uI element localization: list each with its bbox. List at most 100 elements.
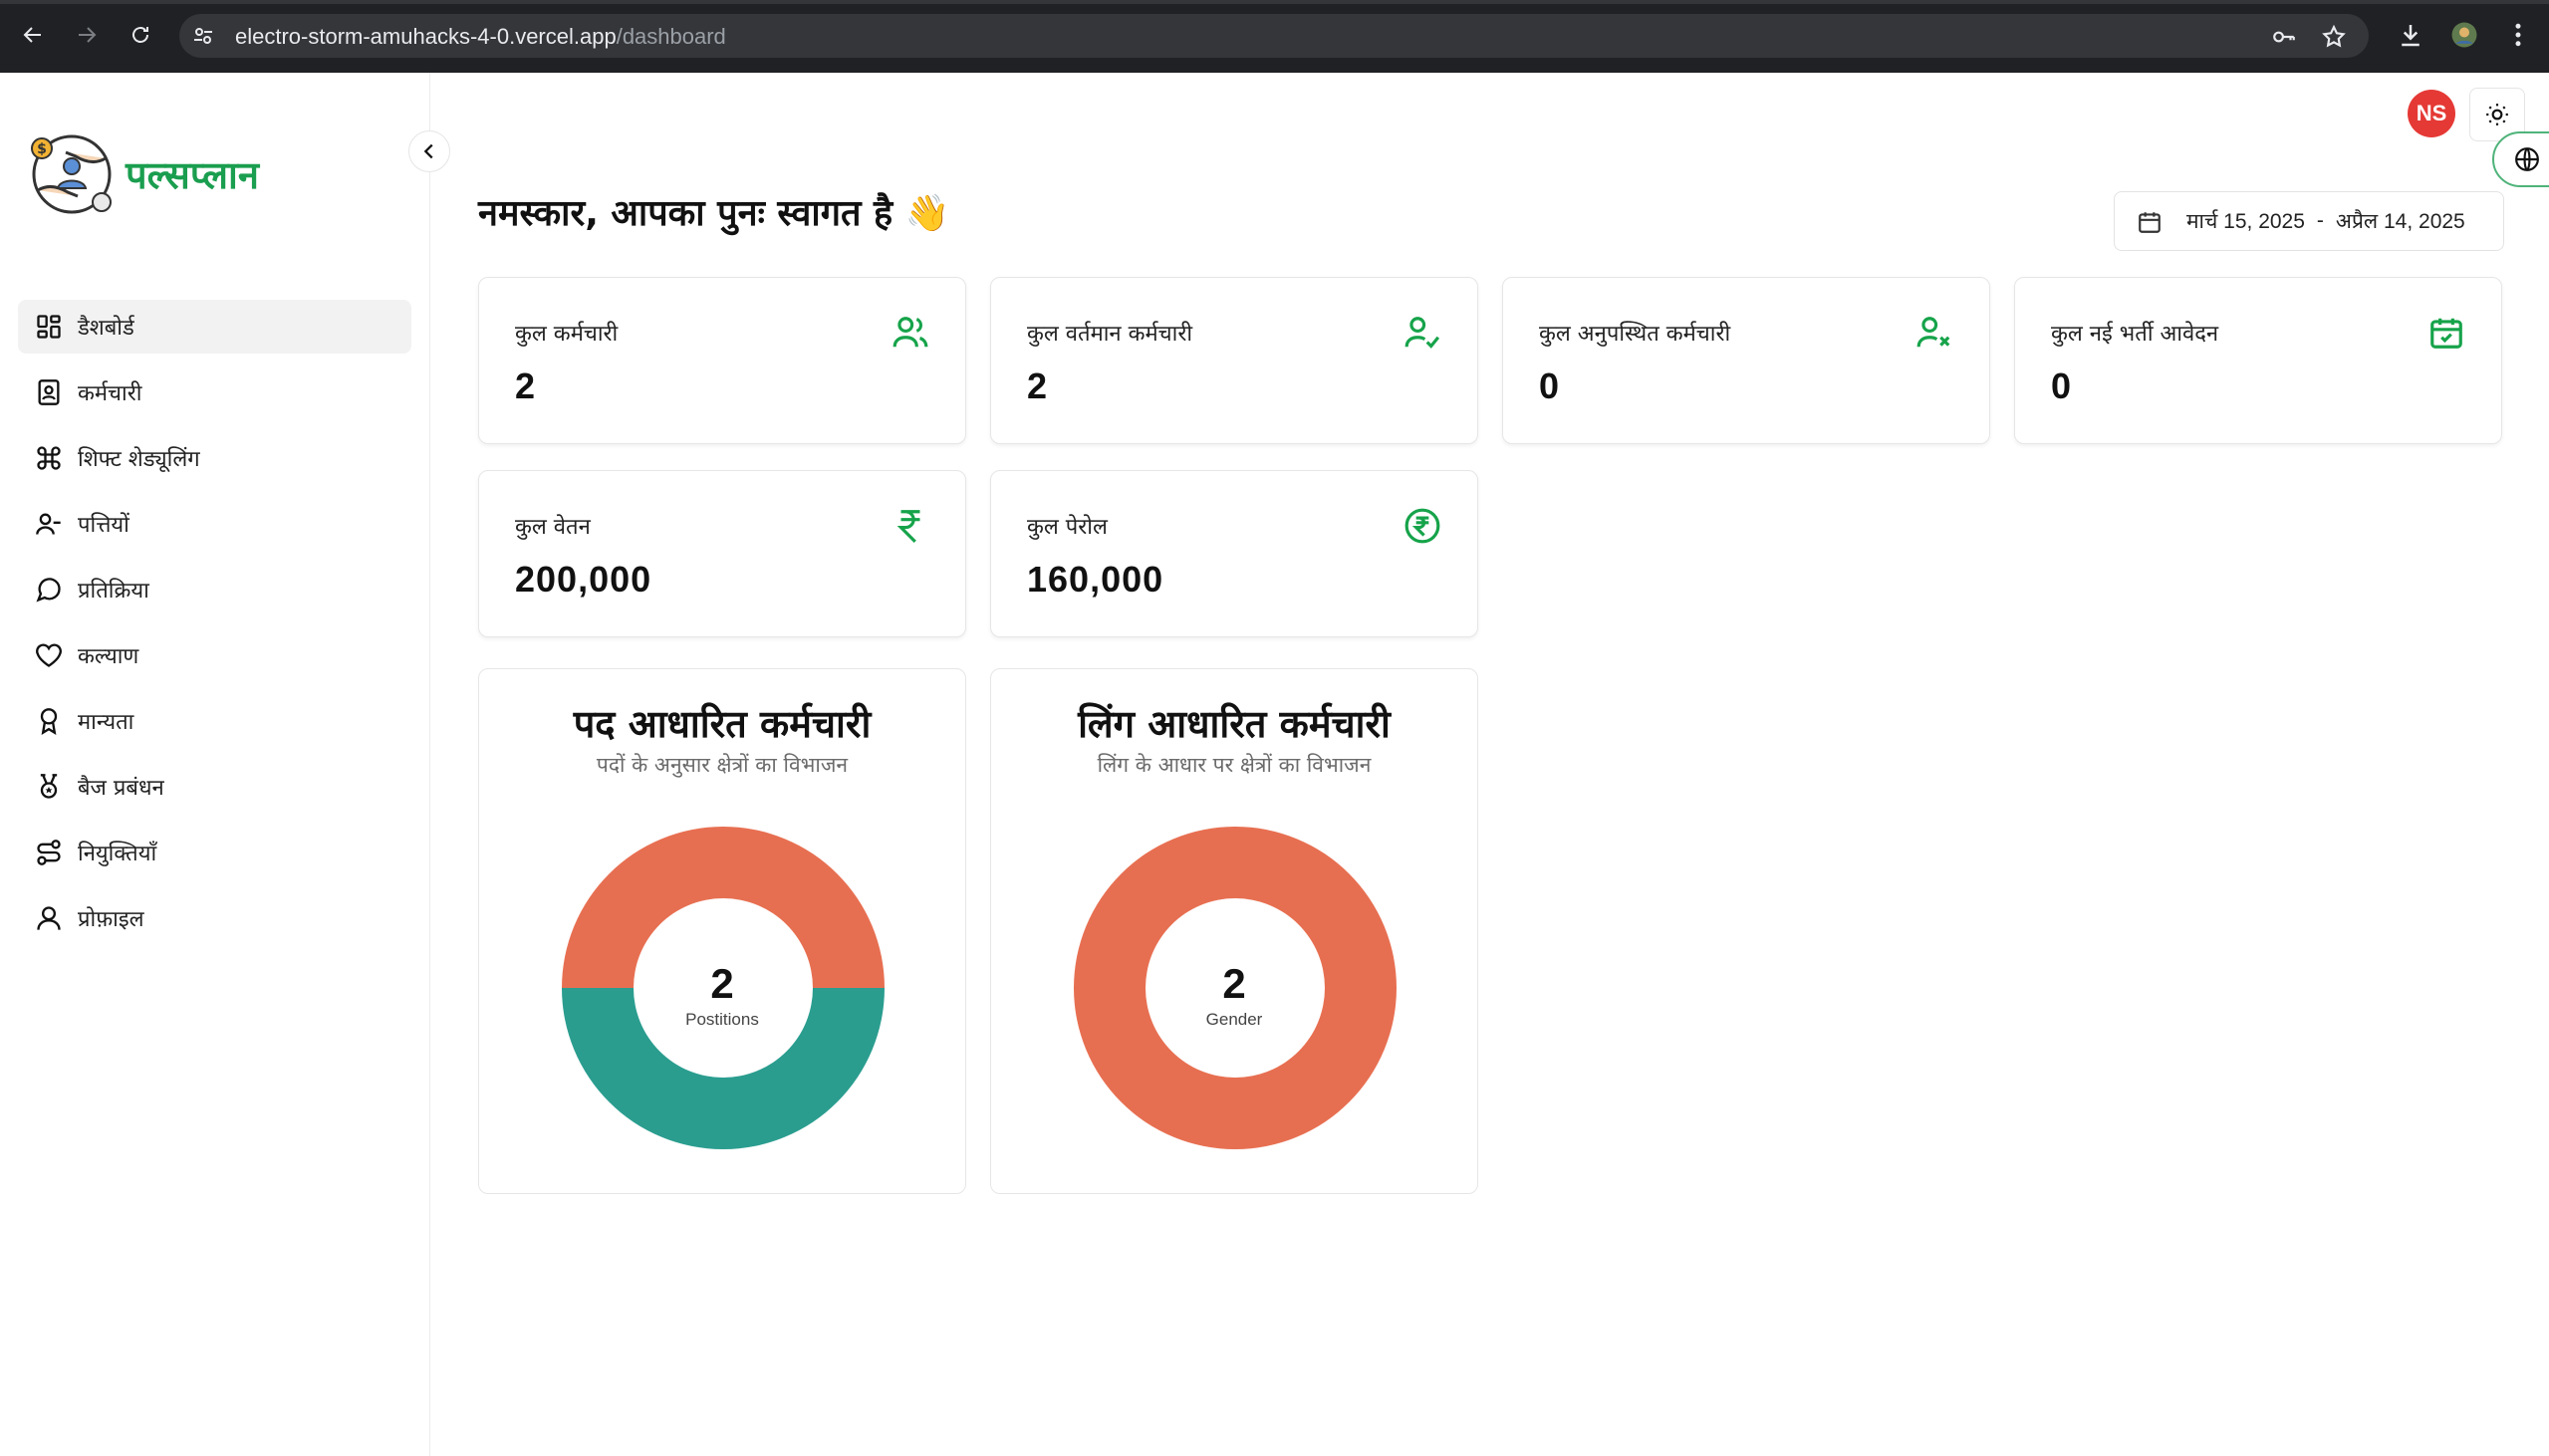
user-x-icon: [1916, 317, 1950, 348]
contact-card-icon: [34, 377, 64, 407]
bookmark-star-icon[interactable]: [2321, 24, 2347, 50]
brand-name: पल्सप्लान: [126, 153, 259, 197]
chart-center-value: 2: [1222, 960, 1246, 1007]
user-minus-icon: [34, 509, 64, 539]
stat-label: कुल पेरोल: [1027, 515, 1108, 540]
profile-avatar-icon[interactable]: [2449, 20, 2479, 50]
date-range-picker[interactable]: मार्च 15, 2025 - अप्रैल 14, 2025: [2114, 191, 2504, 251]
sidebar-item-label: प्रतिक्रिया: [78, 579, 149, 604]
calendar-icon: [2139, 212, 2161, 233]
url-path: /dashboard: [616, 24, 726, 49]
sidebar-item-label: नियुक्तियाँ: [78, 842, 157, 866]
brand-logo-icon: $: [31, 134, 112, 214]
arrow-left-icon: [23, 27, 41, 43]
sidebar-item-wellness[interactable]: कल्याण: [18, 628, 411, 682]
chart-title: लिंग आधारित कर्मचारी: [1078, 702, 1391, 746]
sidebar-item-label: शिफ्ट शेड्यूलिंग: [78, 447, 200, 472]
route-icon: [34, 838, 64, 867]
stat-value: 2: [515, 365, 537, 406]
chart-card-positions: पद आधारित कर्मचारी पदों के अनुसार क्षेत्…: [478, 668, 966, 1194]
medal-icon: [34, 772, 64, 802]
chart-center-value: 2: [710, 960, 734, 1007]
sidebar-nav: डैशबोर्ड कर्मचारी शिफ्ट शेड्यूलिंग पत्ति…: [18, 300, 411, 957]
stat-value: 2: [1027, 365, 1049, 406]
command-icon: [34, 443, 64, 473]
date-range-start: मार्च 15, 2025: [2186, 210, 2305, 233]
date-range-end: अप्रैल 14, 2025: [2335, 210, 2465, 233]
sidebar-item-label: पत्तियों: [78, 513, 129, 538]
calendar-check-icon: [2430, 318, 2462, 349]
chart-center-label: Gender: [1205, 1010, 1263, 1029]
rupee-circle-icon: [1404, 508, 1440, 544]
message-circle-icon: [34, 575, 64, 605]
user-icon: [34, 903, 64, 933]
users-icon: [892, 317, 928, 348]
sidebar-item-label: बैज प्रबंधन: [78, 776, 164, 801]
stat-label: कुल वर्तमान कर्मचारी: [1027, 322, 1193, 347]
sidebar-item-dashboard[interactable]: डैशबोर्ड: [18, 300, 411, 354]
user-check-icon: [1404, 317, 1440, 349]
stat-label: कुल वेतन: [515, 515, 591, 540]
sidebar-item-label: कर्मचारी: [78, 381, 142, 406]
sidebar: $ पल्सप्लान डैशबोर्ड कर्मचारी शिफ्ट शेड्…: [0, 73, 450, 1456]
browser-toolbar: electro-storm-amuhacks-4-0.vercel.app/da…: [0, 0, 2549, 73]
award-icon: [34, 706, 64, 736]
stat-value: 200,000: [515, 559, 652, 600]
stat-card-new-applications: कुल नई भर्ती आवेदन 0: [2014, 277, 2502, 444]
reload-icon: [132, 27, 148, 43]
address-bar[interactable]: electro-storm-amuhacks-4-0.vercel.app/da…: [179, 14, 2369, 58]
stat-value: 0: [1539, 365, 1561, 406]
greeting-title: नमस्कार, आपका पुनः स्वागत है 👋: [478, 193, 950, 234]
stat-card-total-employees: कुल कर्मचारी 2: [478, 277, 966, 444]
date-range-separator: -: [2316, 209, 2324, 232]
svg-text:$: $: [37, 141, 47, 157]
chevron-left-icon: [423, 143, 433, 159]
stat-label: कुल अनुपस्थित कर्मचारी: [1539, 322, 1731, 347]
more-vert-icon[interactable]: [2503, 20, 2533, 50]
sidebar-item-label: प्रोफ़ाइल: [78, 907, 144, 932]
key-icon[interactable]: [2271, 24, 2297, 50]
arrow-right-icon: [79, 27, 97, 43]
download-icon[interactable]: [2396, 20, 2425, 50]
stat-card-total-payroll: कुल पेरोल 160,000: [990, 470, 1478, 637]
sidebar-item-label: डैशबोर्ड: [78, 316, 134, 341]
chart-subtitle: लिंग के आधार पर क्षेत्रों का विभाजन: [1097, 753, 1372, 777]
url-host: electro-storm-amuhacks-4-0.vercel.app: [235, 24, 617, 49]
sidebar-item-label: मान्यता: [78, 710, 134, 735]
sidebar-item-employees[interactable]: कर्मचारी: [18, 365, 411, 419]
dashboard-grid-icon: [34, 312, 64, 342]
site-settings-icon[interactable]: [191, 24, 215, 48]
stat-card-present-employees: कुल वर्तमान कर्मचारी 2: [990, 277, 1478, 444]
stat-card-total-salary: कुल वेतन 200,000: [478, 470, 966, 637]
stat-card-absent-employees: कुल अनुपस्थित कर्मचारी 0: [1502, 277, 1990, 444]
user-avatar[interactable]: NS: [2408, 90, 2455, 137]
stat-value: 160,000: [1027, 559, 1164, 600]
rupee-icon: [896, 510, 920, 543]
chart-subtitle: पदों के अनुसार क्षेत्रों का विभाजन: [596, 753, 849, 777]
globe-icon: [2515, 147, 2539, 171]
back-button[interactable]: [16, 18, 50, 52]
stat-label: कुल नई भर्ती आवेदन: [2051, 322, 2219, 347]
sidebar-item-recognition[interactable]: मान्यता: [18, 694, 411, 748]
language-button[interactable]: [2492, 131, 2549, 187]
sidebar-item-feedback[interactable]: प्रतिक्रिया: [18, 563, 411, 616]
sidebar-item-label: कल्याण: [78, 644, 139, 669]
forward-button[interactable]: [70, 18, 104, 52]
sun-icon: [2486, 104, 2508, 125]
sidebar-item-leaves[interactable]: पत्तियों: [18, 497, 411, 551]
stat-value: 0: [2051, 365, 2073, 406]
chart-title: पद आधारित कर्मचारी: [573, 702, 872, 746]
heart-icon: [34, 640, 64, 670]
sidebar-item-profile[interactable]: प्रोफ़ाइल: [18, 891, 411, 945]
collapse-sidebar-button[interactable]: [408, 130, 450, 172]
sidebar-item-shift-scheduling[interactable]: शिफ्ट शेड्यूलिंग: [18, 431, 411, 485]
reload-button[interactable]: [124, 18, 157, 52]
url-text: electro-storm-amuhacks-4-0.vercel.app/da…: [235, 24, 726, 50]
chart-center-label: Postitions: [685, 1010, 759, 1029]
brand[interactable]: $ पल्सप्लान: [28, 130, 259, 218]
tab-strip: [0, 0, 2549, 4]
chart-card-gender: लिंग आधारित कर्मचारी लिंग के आधार पर क्ष…: [990, 668, 1478, 1194]
sidebar-item-appointments[interactable]: नियुक्तियाँ: [18, 826, 411, 879]
stat-label: कुल कर्मचारी: [515, 322, 619, 347]
sidebar-item-badge-management[interactable]: बैज प्रबंधन: [18, 760, 411, 814]
